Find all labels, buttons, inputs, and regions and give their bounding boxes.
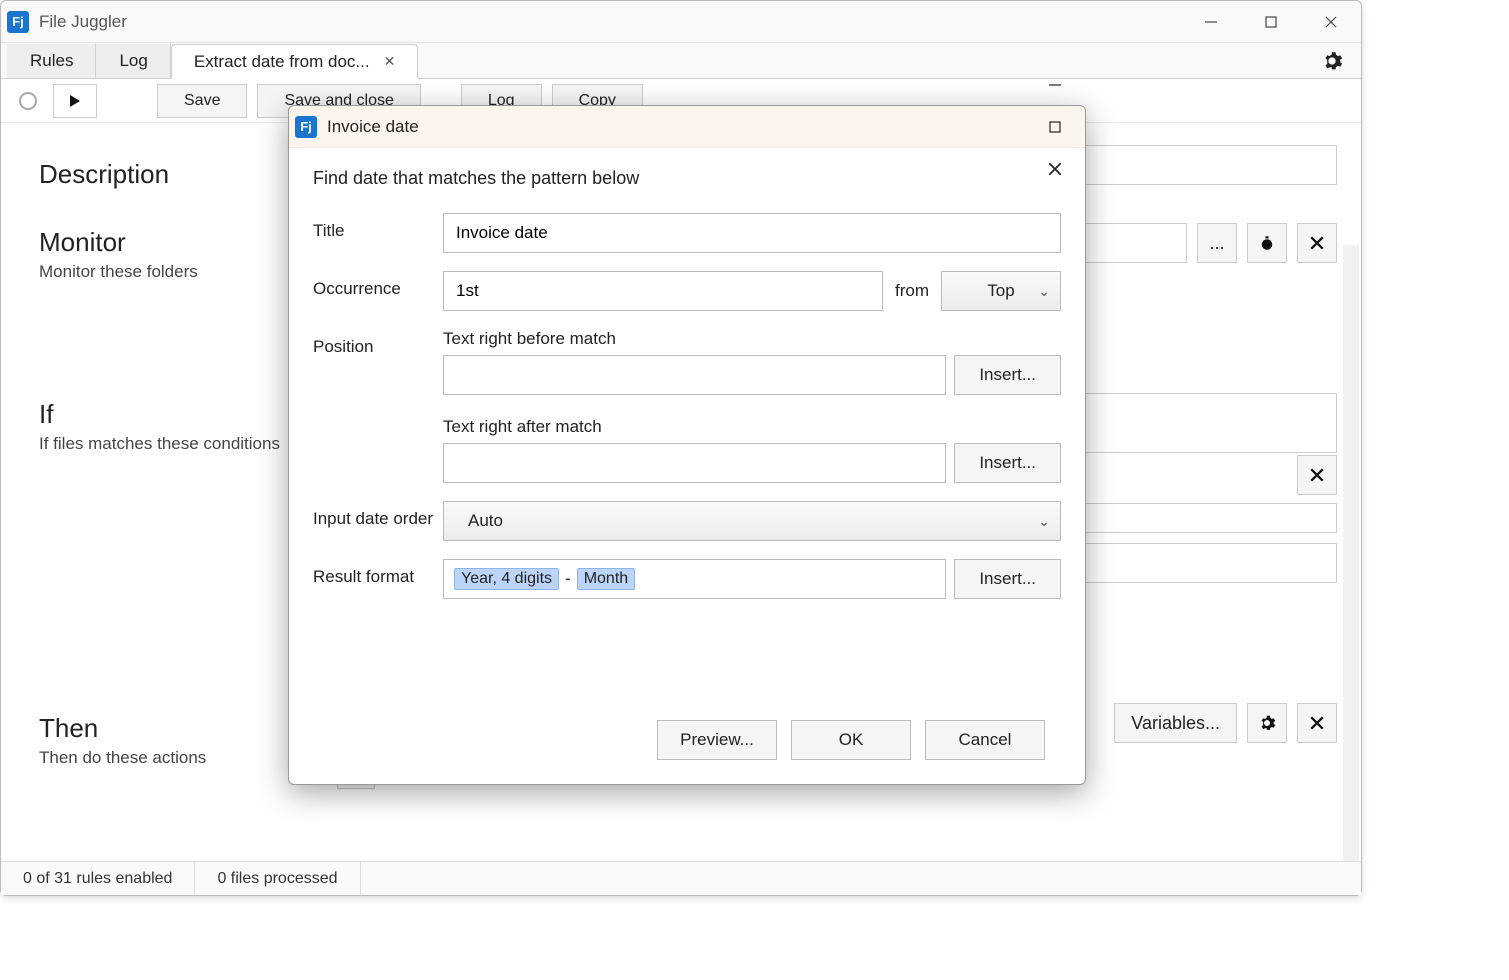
dialog-title: Invoice date — [327, 117, 419, 137]
close-button[interactable] — [1301, 1, 1361, 43]
section-description: Description — [39, 159, 299, 190]
tab-close-icon[interactable]: ✕ — [384, 53, 396, 70]
preview-button[interactable]: Preview... — [657, 720, 777, 760]
minimize-button[interactable] — [1181, 1, 1241, 43]
dialog-body: Find date that matches the pattern below… — [289, 148, 1085, 706]
tab-label: Rules — [30, 51, 73, 71]
chip-year[interactable]: Year, 4 digits — [454, 568, 559, 590]
tab-strip: Rules Log Extract date from doc... ✕ — [1, 43, 1361, 79]
from-value: Top — [987, 281, 1014, 301]
remove-condition-button[interactable] — [1297, 455, 1337, 495]
section-if-sub: If files matches these conditions — [39, 434, 299, 454]
text-after-input[interactable] — [443, 443, 946, 483]
button-label: Insert... — [979, 453, 1036, 473]
insert-before-button[interactable]: Insert... — [954, 355, 1061, 395]
text-before-input[interactable] — [443, 355, 946, 395]
window-title: File Juggler — [39, 12, 127, 32]
content-scrollbar[interactable] — [1343, 245, 1359, 861]
dialog-maximize-button[interactable] — [1025, 106, 1085, 148]
button-label: Variables... — [1131, 713, 1220, 734]
dialog-subtitle: Find date that matches the pattern below — [313, 168, 1061, 189]
action-settings-icon[interactable] — [1247, 703, 1287, 743]
tab-active-rule[interactable]: Extract date from doc... ✕ — [171, 44, 418, 79]
input-order-value: Auto — [468, 511, 503, 531]
tab-label: Log — [119, 51, 147, 71]
enabled-toggle[interactable] — [19, 92, 37, 110]
tab-rules[interactable]: Rules — [7, 43, 96, 78]
occurrence-input[interactable] — [443, 271, 883, 311]
remove-folder-button[interactable] — [1297, 223, 1337, 263]
label-result-format: Result format — [313, 559, 443, 587]
chip-month[interactable]: Month — [577, 568, 635, 590]
section-monitor-sub: Monitor these folders — [39, 262, 299, 282]
status-bar: 0 of 31 rules enabled 0 files processed — [1, 861, 1361, 895]
variables-button[interactable]: Variables... — [1114, 703, 1237, 743]
section-then-sub: Then do these actions — [39, 748, 299, 768]
button-label: OK — [839, 730, 864, 750]
dialog-minimize-button[interactable] — [1025, 64, 1085, 106]
save-button[interactable]: Save — [157, 84, 247, 118]
status-files: 0 files processed — [195, 862, 360, 895]
label-from: from — [895, 281, 929, 301]
label-text-before: Text right before match — [443, 329, 1061, 349]
insert-result-button[interactable]: Insert... — [954, 559, 1061, 599]
remove-action-button[interactable] — [1297, 703, 1337, 743]
input-order-select[interactable]: Auto — [443, 501, 1061, 541]
label-title: Title — [313, 213, 443, 241]
label-occurrence: Occurrence — [313, 271, 443, 299]
label-position: Position — [313, 329, 443, 357]
label-text-after: Text right after match — [443, 417, 1061, 437]
dialog-footer: Preview... OK Cancel — [289, 706, 1085, 784]
result-format-input[interactable]: Year, 4 digits - Month — [443, 559, 946, 599]
stopwatch-icon[interactable] — [1247, 223, 1287, 263]
browse-button[interactable]: ... — [1197, 223, 1237, 263]
cancel-button[interactable]: Cancel — [925, 720, 1045, 760]
maximize-button[interactable] — [1241, 1, 1301, 43]
section-then: Then — [39, 713, 299, 744]
title-input[interactable] — [443, 213, 1061, 253]
main-titlebar: Fj File Juggler — [1, 1, 1361, 43]
button-label: Insert... — [979, 365, 1036, 385]
tab-log[interactable]: Log — [96, 43, 170, 78]
chip-separator: - — [565, 569, 571, 589]
button-label: Cancel — [959, 730, 1012, 750]
invoice-date-dialog: Fj Invoice date Find date that matches t… — [288, 105, 1086, 785]
tab-label: Extract date from doc... — [194, 52, 370, 72]
section-if: If — [39, 399, 299, 430]
section-monitor: Monitor — [39, 227, 299, 258]
app-icon: Fj — [7, 11, 29, 33]
settings-gear-icon[interactable] — [1303, 43, 1361, 78]
label-input-order: Input date order — [313, 501, 443, 529]
button-label: Insert... — [979, 569, 1036, 589]
insert-after-button[interactable]: Insert... — [954, 443, 1061, 483]
ok-button[interactable]: OK — [791, 720, 911, 760]
from-select[interactable]: Top — [941, 271, 1061, 311]
dialog-titlebar: Fj Invoice date — [289, 106, 1085, 148]
status-rules: 0 of 31 rules enabled — [1, 862, 195, 895]
button-label: Save — [184, 92, 220, 110]
button-label: ... — [1209, 233, 1224, 254]
run-button[interactable] — [53, 84, 97, 118]
dialog-app-icon: Fj — [295, 116, 317, 138]
button-label: Preview... — [680, 730, 754, 750]
